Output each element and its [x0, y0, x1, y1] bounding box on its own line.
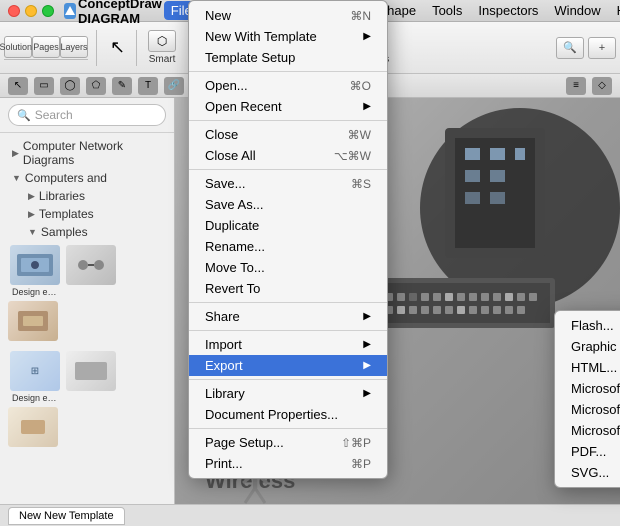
search-placeholder: Search — [35, 108, 73, 122]
separator-1 — [189, 71, 387, 72]
menu-open[interactable]: Open... ⌘O — [189, 75, 387, 96]
sidebar-item-computers[interactable]: ▼ Computers and — [0, 169, 174, 187]
link-tool[interactable]: 🔗 — [164, 77, 184, 95]
menu-tools[interactable]: Tools — [425, 1, 469, 20]
menu-close[interactable]: Close ⌘W — [189, 124, 387, 145]
export-submenu: Flash... Graphic File... HTML... Microso… — [554, 310, 620, 488]
menu-save-as[interactable]: Save As... — [189, 194, 387, 215]
menu-revert-to[interactable]: Revert To — [189, 278, 387, 299]
pen-tool[interactable]: ✎ — [112, 77, 132, 95]
menu-window[interactable]: Window — [547, 1, 607, 20]
thumbnail-row-2: ⊞ Design ele... — [0, 347, 174, 453]
search-box[interactable]: 🔍 Search — [8, 104, 166, 126]
menu-move-to[interactable]: Move To... — [189, 257, 387, 278]
minimize-button[interactable] — [25, 5, 37, 17]
menu-export[interactable]: Export ▶ — [189, 355, 387, 376]
transform-icon[interactable]: ◇ — [592, 77, 612, 95]
separator-5 — [189, 330, 387, 331]
export-flash[interactable]: Flash... — [555, 315, 620, 336]
menu-print[interactable]: Print... ⌘P — [189, 453, 387, 474]
computers-label: Computers and — [25, 171, 107, 185]
thumbnail-row-1: Design ele... — [0, 241, 174, 347]
sidebar: 🔍 Search ▶ Computer Network Diagrams ▼ C… — [0, 98, 175, 504]
maximize-button[interactable] — [42, 5, 54, 17]
smart-label: Smart — [149, 54, 176, 65]
traffic-lights — [8, 5, 54, 17]
thumb-group-1[interactable]: Design ele... — [8, 245, 62, 297]
thumb-group-4[interactable]: ⊞ Design ele... — [8, 351, 62, 403]
menu-duplicate[interactable]: Duplicate — [189, 215, 387, 236]
smart-tool[interactable]: ⬡ Smart — [143, 27, 181, 68]
separator-4 — [189, 302, 387, 303]
templates-label: Templates — [39, 207, 94, 221]
text-tool[interactable]: T — [138, 77, 158, 95]
app-logo — [64, 3, 76, 19]
search-icon: 🔍 — [17, 109, 31, 122]
expand-arrow-samples: ▼ — [28, 227, 37, 237]
separator-6 — [189, 379, 387, 380]
close-button[interactable] — [8, 5, 20, 17]
thumb-label-4: Design ele... — [8, 393, 62, 403]
solutions-tab[interactable]: Solutions — [4, 36, 32, 58]
separator-7 — [189, 428, 387, 429]
export-html[interactable]: HTML... — [555, 357, 620, 378]
search-area: 🔍 Search — [0, 98, 174, 133]
menu-help[interactable]: He — [610, 1, 620, 20]
samples-label: Samples — [41, 225, 88, 239]
menu-library[interactable]: Library ▶ — [189, 383, 387, 404]
expand-arrow-network: ▶ — [12, 148, 19, 159]
export-graphic-file[interactable]: Graphic File... — [555, 336, 620, 357]
sidebar-content: ▶ Computer Network Diagrams ▼ Computers … — [0, 133, 174, 504]
export-visio-2013[interactable]: Microsoft Visio 2013 (VSDX)... — [555, 420, 620, 441]
circle-tool[interactable]: ◯ — [60, 77, 80, 95]
menu-rename[interactable]: Rename... — [189, 236, 387, 257]
menu-share[interactable]: Share ▶ — [189, 306, 387, 327]
expand-arrow-libraries: ▶ — [28, 191, 35, 202]
thumb-group-2[interactable] — [66, 245, 116, 297]
thumb-label-1: Design ele... — [8, 287, 62, 297]
menu-page-setup[interactable]: Page Setup... ⇧⌘P — [189, 432, 387, 453]
poly-tool[interactable]: ⬠ — [86, 77, 106, 95]
separator-3 — [189, 169, 387, 170]
zoom-icon[interactable]: + — [588, 37, 616, 59]
menu-open-recent[interactable]: Open Recent ▶ — [189, 96, 387, 117]
sidebar-item-network-diagrams[interactable]: ▶ Computer Network Diagrams — [0, 137, 174, 169]
export-svg[interactable]: SVG... — [555, 462, 620, 483]
arrange-icon[interactable]: ≡ — [566, 77, 586, 95]
menu-import[interactable]: Import ▶ — [189, 334, 387, 355]
sidebar-item-libraries[interactable]: ▶ Libraries — [0, 187, 174, 205]
menu-document-properties[interactable]: Document Properties... — [189, 404, 387, 425]
search-icon-toolbar[interactable]: 🔍 — [556, 37, 584, 59]
pages-tab[interactable]: Pages — [32, 36, 60, 58]
page-tab-1[interactable]: New New Template — [8, 507, 125, 525]
export-pdf[interactable]: PDF... — [555, 441, 620, 462]
layers-tab[interactable]: Layers — [60, 36, 88, 58]
export-pptx[interactable]: Microsoft PowerPoint (PPTX)... — [555, 378, 620, 399]
arrow-tool[interactable]: ↖ — [105, 34, 130, 61]
sidebar-item-templates[interactable]: ▶ Templates — [0, 205, 174, 223]
page-tabs: New New Template — [0, 504, 620, 526]
thumb-group-5[interactable] — [66, 351, 116, 403]
select-tool[interactable]: ↖ — [8, 77, 28, 95]
expand-arrow-computers: ▼ — [12, 173, 21, 183]
thumb-group-3[interactable] — [8, 301, 58, 343]
menu-close-all[interactable]: Close All ⌥⌘W — [189, 145, 387, 166]
rect-tool[interactable]: ▭ — [34, 77, 54, 95]
separator-2 — [189, 120, 387, 121]
app-name: ConceptDraw DIAGRAM — [78, 0, 162, 26]
network-diagrams-label: Computer Network Diagrams — [23, 139, 162, 167]
export-visio-2010[interactable]: Microsoft Visio 2010 (VDX)... — [555, 399, 620, 420]
expand-arrow-templates: ▶ — [28, 209, 35, 220]
thumb-group-6[interactable] — [8, 407, 58, 449]
menu-new[interactable]: New ⌘N — [189, 5, 387, 26]
sidebar-item-samples[interactable]: ▼ Samples — [0, 223, 174, 241]
menu-new-template[interactable]: New With Template ▶ — [189, 26, 387, 47]
menu-save[interactable]: Save... ⌘S — [189, 173, 387, 194]
svg-text:⊞: ⊞ — [31, 366, 39, 377]
libraries-label: Libraries — [39, 189, 85, 203]
file-menu: New ⌘N New With Template ▶ Template Setu… — [188, 0, 388, 479]
menu-template-setup[interactable]: Template Setup — [189, 47, 387, 68]
menu-inspectors[interactable]: Inspectors — [471, 1, 545, 20]
